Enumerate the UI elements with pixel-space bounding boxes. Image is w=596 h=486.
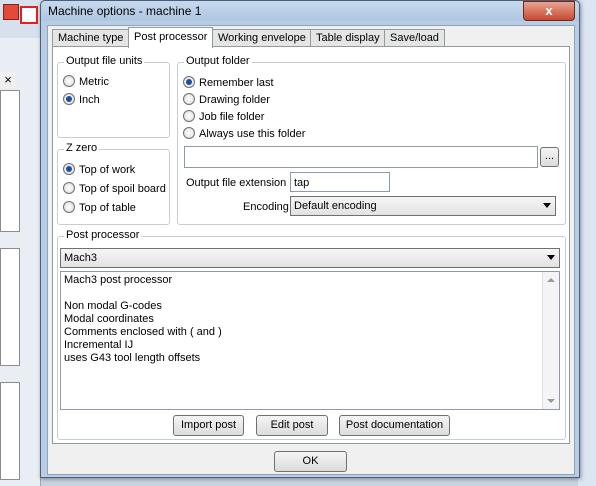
encoding-value: Default encoding	[294, 200, 377, 212]
radio-button-icon	[183, 110, 195, 122]
tab-save-load[interactable]: Save/load	[384, 29, 445, 47]
radio-label: Top of work	[79, 164, 136, 176]
description-line: Non modal G-codes	[64, 300, 162, 312]
dialog-client: Machine type Post processor Working enve…	[47, 25, 575, 475]
scroll-down-icon[interactable]	[547, 399, 555, 403]
encoding-select[interactable]: Default encoding	[290, 196, 556, 216]
background-side-panel: ×	[0, 38, 41, 486]
description-line: uses G43 tool length offsets	[64, 352, 201, 364]
side-panel	[0, 90, 20, 232]
radio-label: Drawing folder	[199, 94, 270, 106]
post-description-textarea[interactable]: Mach3 post processor Non modal G-codes M…	[60, 271, 560, 410]
radio-label: Inch	[79, 94, 100, 106]
group-title: Output folder	[184, 55, 252, 67]
radio-job-file-folder[interactable]: Job file folder	[183, 110, 264, 125]
side-panel	[0, 248, 20, 366]
radio-label: Job file folder	[199, 111, 265, 123]
radio-button-icon	[183, 76, 195, 88]
folder-path-input[interactable]	[184, 146, 538, 168]
machine-options-dialog: Machine options - machine 1 x Machine ty…	[40, 0, 580, 478]
close-button[interactable]: x	[523, 1, 575, 21]
radio-label: Metric	[79, 76, 109, 88]
post-processor-value: Mach3	[64, 252, 98, 264]
post-documentation-button[interactable]: Post documentation	[339, 415, 450, 436]
extension-label: Output file extension	[186, 177, 287, 189]
tab-machine-type[interactable]: Machine type	[52, 29, 130, 47]
close-icon[interactable]: ×	[0, 72, 16, 88]
radio-top-of-spoil-board[interactable]: Top of spoil board	[63, 182, 166, 197]
description-line	[64, 287, 556, 300]
toolbar-icon	[20, 6, 38, 24]
tab-working-envelope[interactable]: Working envelope	[212, 29, 312, 47]
radio-top-of-work[interactable]: Top of work	[63, 163, 135, 178]
description-line: Mach3 post processor	[64, 274, 173, 286]
description-line: Modal coordinates	[64, 313, 154, 325]
edit-post-button[interactable]: Edit post	[256, 415, 328, 436]
post-processor-select[interactable]: Mach3	[60, 248, 560, 268]
output-file-units-group: Output file units Metric Inch	[57, 55, 170, 138]
post-processor-page: Output file units Metric Inch Z zero Top…	[52, 46, 570, 444]
group-title: Z zero	[64, 142, 100, 154]
chevron-down-icon	[543, 203, 551, 208]
radio-metric[interactable]: Metric	[63, 75, 109, 90]
import-post-button[interactable]: Import post	[173, 415, 244, 436]
tab-post-processor[interactable]: Post processor	[128, 27, 214, 48]
tab-table-display[interactable]: Table display	[310, 29, 386, 47]
radio-label: Remember last	[199, 77, 274, 89]
radio-top-of-table[interactable]: Top of table	[63, 201, 136, 216]
radio-button-icon	[63, 201, 75, 213]
side-panel	[0, 382, 20, 480]
radio-remember-last[interactable]: Remember last	[183, 76, 274, 91]
radio-button-icon	[63, 182, 75, 194]
radio-button-icon	[183, 127, 195, 139]
encoding-label: Encoding	[243, 201, 289, 213]
extension-input[interactable]: tap	[290, 172, 390, 192]
radio-inch[interactable]: Inch	[63, 93, 100, 108]
z-zero-group: Z zero Top of work Top of spoil board To…	[57, 142, 170, 225]
title-bar[interactable]: Machine options - machine 1 x	[41, 1, 579, 21]
group-title: Post processor	[64, 229, 142, 241]
vertical-scrollbar[interactable]	[542, 272, 559, 409]
radio-button-icon	[183, 93, 195, 105]
radio-drawing-folder[interactable]: Drawing folder	[183, 93, 270, 108]
description-line: Comments enclosed with ( and )	[64, 326, 222, 338]
ok-button[interactable]: OK	[274, 451, 347, 472]
toolbar-icon	[3, 4, 19, 20]
post-processor-group: Post processor Mach3 Mach3 post processo…	[57, 229, 566, 440]
background-right-edge	[578, 0, 596, 486]
window-title: Machine options - machine 1	[48, 4, 202, 18]
description-line: Incremental IJ	[64, 339, 134, 351]
group-title: Output file units	[64, 55, 145, 67]
radio-button-icon	[63, 163, 75, 175]
scroll-up-icon[interactable]	[547, 278, 555, 282]
radio-label: Always use this folder	[199, 128, 306, 140]
radio-label: Top of spoil board	[79, 183, 166, 195]
radio-always-use-this-folder[interactable]: Always use this folder	[183, 127, 305, 142]
chevron-down-icon	[547, 255, 555, 260]
radio-button-icon	[63, 75, 75, 87]
radio-label: Top of table	[79, 202, 136, 214]
browse-button[interactable]: ...	[540, 147, 559, 167]
radio-button-icon	[63, 93, 75, 105]
output-folder-group: Output folder Remember last Drawing fold…	[177, 55, 566, 225]
